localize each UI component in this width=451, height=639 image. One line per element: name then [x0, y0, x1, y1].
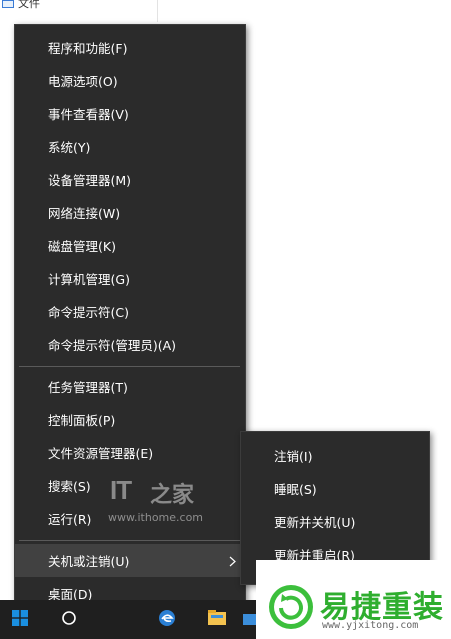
menu-item-programs-features[interactable]: 程序和功能(F) [15, 31, 245, 64]
background-file-label: 文件 [18, 0, 40, 10]
file-icon [2, 0, 14, 8]
menu-item-power-options[interactable]: 电源选项(O) [15, 64, 245, 97]
menu-item-label: 磁盘管理(K) [48, 239, 116, 254]
menu-item-label: 搜索(S) [48, 479, 91, 494]
background-window: 文件 [0, 0, 451, 22]
menu-item-label: 程序和功能(F) [48, 41, 128, 56]
menu-item-label: 事件查看器(V) [48, 107, 129, 122]
menu-item-task-manager[interactable]: 任务管理器(T) [15, 370, 245, 403]
menu-item-file-explorer[interactable]: 文件资源管理器(E) [15, 436, 245, 469]
taskbar-edge-button[interactable] [150, 600, 184, 639]
menu-item-control-panel[interactable]: 控制面板(P) [15, 403, 245, 436]
submenu-item-update-shutdown[interactable]: 更新并关机(U) [241, 505, 429, 538]
menu-item-label: 运行(R) [48, 512, 92, 527]
menu-item-label: 命令提示符(管理员)(A) [48, 338, 177, 353]
menu-item-run[interactable]: 运行(R) [15, 502, 245, 535]
logo-url: www.yjxitong.com [322, 620, 419, 631]
refresh-logo-icon [268, 584, 314, 630]
edge-icon [157, 608, 177, 632]
submenu-item-label: 更新并关机(U) [274, 515, 356, 530]
menu-item-event-viewer[interactable]: 事件查看器(V) [15, 97, 245, 130]
menu-item-label: 网络连接(W) [48, 206, 121, 221]
submenu-item-label: 睡眠(S) [274, 482, 317, 497]
menu-item-network-connections[interactable]: 网络连接(W) [15, 196, 245, 229]
taskbar-explorer-button[interactable] [198, 600, 236, 639]
search-icon [61, 610, 77, 630]
yijie-logo: 易捷重装 www.yjxitong.com [256, 560, 451, 639]
menu-item-label: 控制面板(P) [48, 413, 116, 428]
submenu-item-label: 注销(I) [274, 449, 313, 464]
winx-context-menu: 程序和功能(F) 电源选项(O) 事件查看器(V) 系统(Y) 设备管理器(M)… [14, 24, 246, 620]
submenu-item-signout[interactable]: 注销(I) [241, 439, 429, 472]
windows-logo-icon [12, 609, 28, 630]
menu-item-disk-management[interactable]: 磁盘管理(K) [15, 229, 245, 262]
menu-item-label: 文件资源管理器(E) [48, 446, 154, 461]
start-button[interactable] [0, 600, 40, 639]
menu-item-label: 命令提示符(C) [48, 305, 129, 320]
menu-item-label: 设备管理器(M) [48, 173, 132, 188]
menu-item-label: 任务管理器(T) [48, 380, 128, 395]
submenu-item-sleep[interactable]: 睡眠(S) [241, 472, 429, 505]
menu-item-computer-management[interactable]: 计算机管理(G) [15, 262, 245, 295]
menu-item-label: 电源选项(O) [48, 74, 118, 89]
menu-separator [19, 366, 240, 367]
folder-icon [207, 609, 227, 631]
menu-item-label: 关机或注销(U) [48, 554, 130, 569]
chevron-right-icon [229, 555, 236, 570]
menu-item-label: 计算机管理(G) [48, 272, 130, 287]
divider [157, 0, 158, 22]
menu-item-command-prompt[interactable]: 命令提示符(C) [15, 295, 245, 328]
menu-item-label: 系统(Y) [48, 140, 91, 155]
menu-separator [19, 540, 240, 541]
menu-item-search[interactable]: 搜索(S) [15, 469, 245, 502]
menu-item-shutdown-signout[interactable]: 关机或注销(U) [15, 544, 245, 577]
taskbar-search-button[interactable] [52, 600, 86, 639]
menu-item-system[interactable]: 系统(Y) [15, 130, 245, 163]
menu-item-command-prompt-admin[interactable]: 命令提示符(管理员)(A) [15, 328, 245, 361]
menu-item-device-manager[interactable]: 设备管理器(M) [15, 163, 245, 196]
